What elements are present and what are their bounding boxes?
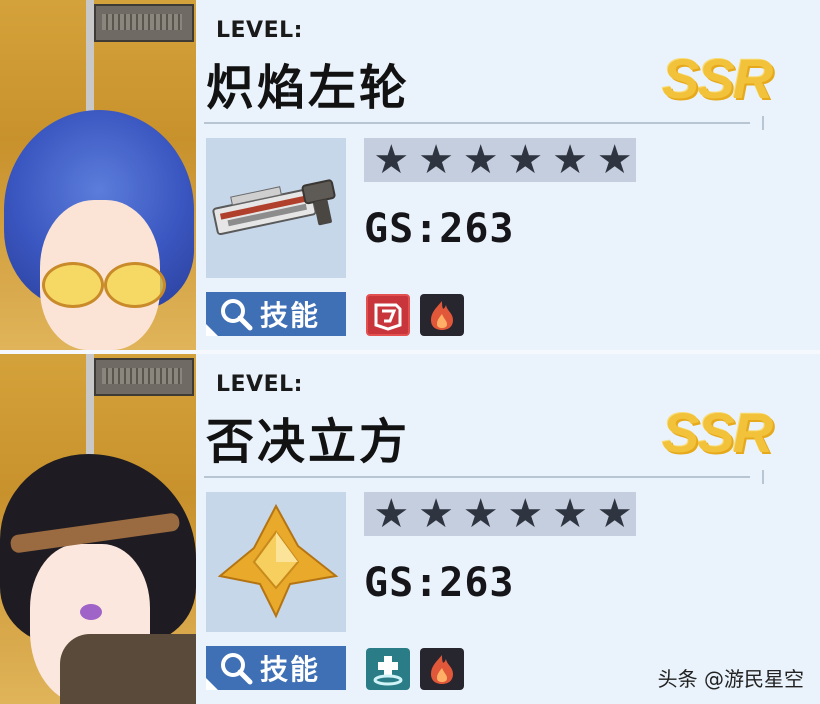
gear-score: GS:263 [364,206,515,252]
skill-button[interactable]: 技能 [206,646,346,690]
weapon-name: 否决立方 [206,414,411,470]
star-icon: ★ [507,137,544,183]
character-portrait [0,354,196,704]
portrait-tag [94,4,194,42]
weapon-image [206,492,346,632]
star-icon: ★ [596,137,633,183]
star-icon: ★ [373,137,410,183]
heal-icon [366,648,410,690]
shield-icon [366,294,410,336]
star-icon: ★ [462,137,499,183]
divider [204,116,764,130]
watermark: 头条 @游民星空 [657,667,804,691]
gear-score: GS:263 [364,560,515,606]
search-icon [216,292,256,336]
cube-icon [217,503,339,619]
star-icon: ★ [552,491,588,537]
fire-icon [420,648,464,690]
skill-label: 技能 [260,299,321,332]
revolver-icon [212,179,336,236]
character-portrait [0,0,196,350]
search-icon [216,646,256,690]
level-label: LEVEL: [216,372,303,397]
star-icon: ★ [507,491,544,537]
character-eye [80,604,102,620]
weapon-name: 炽焰左轮 [206,60,411,116]
star-icon: ★ [596,491,633,537]
star-rating: ★ ★ ★ ★ ★ ★ [364,138,636,182]
character-glasses [34,262,166,308]
divider [204,470,764,484]
rarity-badge: SSR [662,401,773,464]
weapon-card-2: LEVEL: 否决立方 SSR ★ ★ ★ ★ ★ ★ GS:263 技能 头条… [0,354,820,704]
star-rating: ★ ★ ★ ★ ★ ★ [364,492,636,536]
star-icon: ★ [373,491,410,537]
character-coat [60,634,196,704]
weapon-card-1: LEVEL: 炽焰左轮 SSR ★ ★ ★ ★ ★ ★ GS:263 技能 [0,0,820,350]
fire-icon [420,294,464,336]
skill-button[interactable]: 技能 [206,292,346,336]
weapon-image [206,138,346,278]
star-icon: ★ [552,137,588,183]
skill-label: 技能 [260,653,321,686]
portrait-tag [94,358,194,396]
star-icon: ★ [418,137,454,183]
star-icon: ★ [418,491,454,537]
rarity-badge: SSR [662,47,773,110]
star-icon: ★ [462,491,499,537]
level-label: LEVEL: [216,18,303,43]
